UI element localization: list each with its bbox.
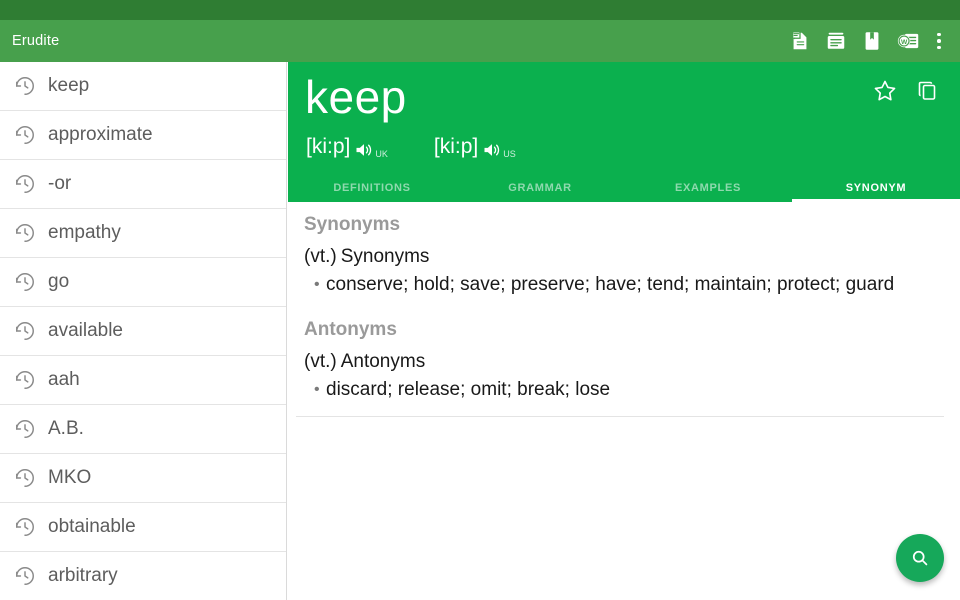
tab-definitions[interactable]: DEFINITIONS	[288, 174, 456, 202]
favorite-star-icon	[872, 78, 898, 104]
list-item-label: keep	[48, 75, 89, 97]
flashcard-icon	[789, 30, 811, 52]
search-fab[interactable]	[896, 534, 944, 582]
content-area: Synonyms (vt.)Synonyms • conserve; hold;…	[288, 202, 960, 600]
overflow-dot	[937, 46, 941, 50]
word-of-the-day-icon: W	[897, 30, 920, 52]
list-item-label: MKO	[48, 467, 91, 489]
list-item-label: available	[48, 320, 123, 342]
antonyms-pos-label: Antonyms	[341, 351, 425, 372]
speaker-icon	[482, 140, 502, 160]
speaker-icon	[354, 140, 374, 160]
status-bar	[0, 0, 960, 20]
list-item[interactable]: go	[0, 258, 286, 307]
synonyms-heading: Synonyms	[296, 214, 944, 236]
history-icon	[14, 173, 36, 195]
history-icon	[14, 565, 36, 587]
list-item[interactable]: MKO	[0, 454, 286, 503]
section-divider	[296, 416, 944, 417]
history-icon	[14, 516, 36, 538]
synonyms-pos-line: (vt.)Synonyms	[296, 246, 944, 268]
list-item[interactable]: approximate	[0, 111, 286, 160]
pronunciation-row: [ki:p] UK [ki:p]	[306, 134, 562, 160]
search-icon	[909, 547, 931, 569]
history-icon	[14, 467, 36, 489]
page-title: keep	[305, 68, 407, 126]
antonyms-pos-line: (vt.)Antonyms	[296, 351, 944, 373]
tab-synonym[interactable]: SYNONYM	[792, 174, 960, 202]
list-item[interactable]: -or	[0, 160, 286, 209]
word-of-the-day-icon-button[interactable]: W	[890, 20, 926, 62]
svg-text:W: W	[900, 39, 907, 46]
favorite-star-button[interactable]	[864, 70, 906, 112]
list-item-label: aah	[48, 369, 80, 391]
pronunciation-us-label: US	[503, 149, 516, 160]
synonyms-pos-tag: (vt.)	[304, 246, 337, 267]
list-item[interactable]: A.B.	[0, 405, 286, 454]
history-icon	[14, 222, 36, 244]
antonyms-list: discard; release; omit; break; lose	[326, 376, 934, 404]
pronunciation-uk[interactable]: [ki:p] UK	[306, 134, 388, 160]
list-item[interactable]: keep	[0, 62, 286, 111]
cards-list-icon-button[interactable]	[818, 20, 854, 62]
pronunciation-us[interactable]: [ki:p] US	[434, 134, 516, 160]
tab-bar: DEFINITIONS GRAMMAR EXAMPLES SYNONYM	[288, 174, 960, 202]
list-item[interactable]: available	[0, 307, 286, 356]
history-icon	[14, 271, 36, 293]
pronunciation-us-ipa: [ki:p]	[434, 134, 478, 160]
copy-button[interactable]	[906, 70, 948, 112]
overflow-menu-button[interactable]	[926, 20, 952, 62]
app-root: Erudite	[0, 0, 960, 600]
tab-examples[interactable]: EXAMPLES	[624, 174, 792, 202]
history-icon	[14, 369, 36, 391]
list-item[interactable]: obtainable	[0, 503, 286, 552]
toolbar-actions: W	[782, 20, 960, 62]
speaker-us-button[interactable]: US	[482, 140, 516, 160]
list-item[interactable]: empathy	[0, 209, 286, 258]
synonyms-list: conserve; hold; save; preserve; have; te…	[326, 271, 934, 299]
speaker-uk-button[interactable]: UK	[354, 140, 388, 160]
list-item-label: empathy	[48, 222, 121, 244]
bullet-icon: •	[314, 376, 326, 404]
list-item-label: go	[48, 271, 69, 293]
copy-icon	[915, 79, 939, 103]
list-item-label: approximate	[48, 124, 153, 146]
app-title: Erudite	[12, 33, 782, 49]
cards-list-icon	[825, 30, 847, 52]
antonyms-heading: Antonyms	[296, 319, 944, 341]
app-toolbar: Erudite	[0, 20, 960, 62]
pronunciation-uk-ipa: [ki:p]	[306, 134, 350, 160]
list-item-label: obtainable	[48, 516, 136, 538]
panel-actions	[864, 70, 948, 112]
history-icon	[14, 320, 36, 342]
synonyms-pos-label: Synonyms	[341, 246, 430, 267]
antonyms-list-row: • discard; release; omit; break; lose	[296, 376, 944, 404]
tab-grammar[interactable]: GRAMMAR	[456, 174, 624, 202]
history-sidebar[interactable]: keep approximate -or em	[0, 62, 287, 600]
bookmark-icon-button[interactable]	[854, 20, 890, 62]
pronunciation-uk-label: UK	[375, 149, 388, 160]
history-icon	[14, 75, 36, 97]
bookmark-icon	[861, 30, 883, 52]
antonyms-pos-tag: (vt.)	[304, 351, 337, 372]
flashcard-icon-button[interactable]	[782, 20, 818, 62]
overflow-dot	[937, 39, 941, 43]
list-item-label: arbitrary	[48, 565, 118, 587]
overflow-dot	[937, 33, 941, 37]
list-item[interactable]: arbitrary	[0, 552, 286, 600]
synonyms-list-row: • conserve; hold; save; preserve; have; …	[296, 271, 944, 299]
list-item-label: -or	[48, 173, 71, 195]
history-icon	[14, 124, 36, 146]
list-item[interactable]: aah	[0, 356, 286, 405]
history-icon	[14, 418, 36, 440]
list-item-label: A.B.	[48, 418, 84, 440]
bullet-icon: •	[314, 271, 326, 299]
